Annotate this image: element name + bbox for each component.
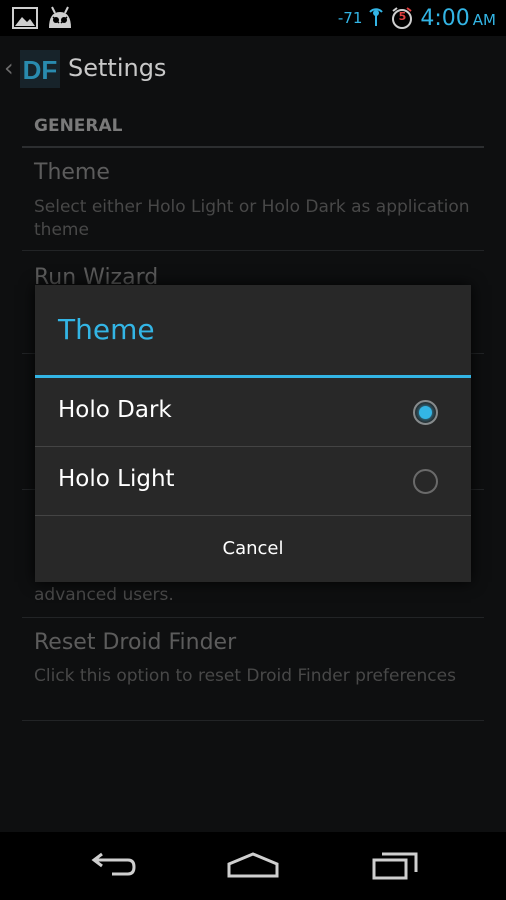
- navigation-bar: [0, 832, 506, 900]
- pref-summary: Select either Holo Light or Holo Dark as…: [34, 197, 470, 240]
- recent-apps-icon[interactable]: [366, 846, 426, 886]
- pref-theme[interactable]: Theme Select either Holo Light or Holo D…: [22, 150, 484, 251]
- option-label: Holo Dark: [58, 397, 172, 423]
- section-divider: [22, 146, 484, 148]
- clock-time: 4:00: [420, 5, 470, 31]
- pref-title: Theme: [34, 160, 110, 185]
- cancel-button[interactable]: Cancel: [35, 516, 471, 582]
- pref-reset-droid-finder[interactable]: Reset Droid Finder Click this option to …: [22, 618, 484, 721]
- signal-strength-text: -71: [337, 9, 363, 27]
- action-bar: ‹ DF Settings: [0, 36, 506, 104]
- page-title: Settings: [68, 54, 167, 82]
- pref-summary: Click this option to reset Droid Finder …: [34, 666, 456, 686]
- alarm-icon: 5: [390, 6, 414, 30]
- section-header-general: GENERAL: [34, 116, 123, 136]
- up-navigation-icon[interactable]: ‹: [4, 54, 14, 82]
- option-holo-light[interactable]: Holo Light: [35, 447, 471, 515]
- pref-divider: [22, 720, 484, 721]
- dialog-title: Theme: [58, 313, 155, 346]
- option-label: Holo Light: [58, 466, 175, 492]
- alarm-badge-count: 5: [398, 10, 407, 23]
- android-notification-icon: [46, 6, 74, 34]
- back-icon[interactable]: [82, 846, 142, 886]
- radio-button-checked[interactable]: [413, 400, 438, 425]
- app-logo[interactable]: DF: [20, 50, 60, 88]
- clock-ampm: AM: [472, 10, 496, 29]
- image-notification-icon: [12, 6, 38, 34]
- radio-button-unchecked[interactable]: [413, 469, 438, 494]
- pref-summary: advanced users.: [34, 585, 174, 605]
- theme-dialog: Theme Holo Dark Holo Light Cancel: [35, 285, 471, 582]
- clock: 4:00 AM: [420, 6, 496, 31]
- status-bar: -71 5 4:00 AM: [0, 0, 506, 36]
- home-icon[interactable]: [223, 846, 283, 886]
- pref-title: Reset Droid Finder: [34, 630, 237, 655]
- wifi-icon: [368, 4, 384, 32]
- option-holo-dark[interactable]: Holo Dark: [35, 378, 471, 446]
